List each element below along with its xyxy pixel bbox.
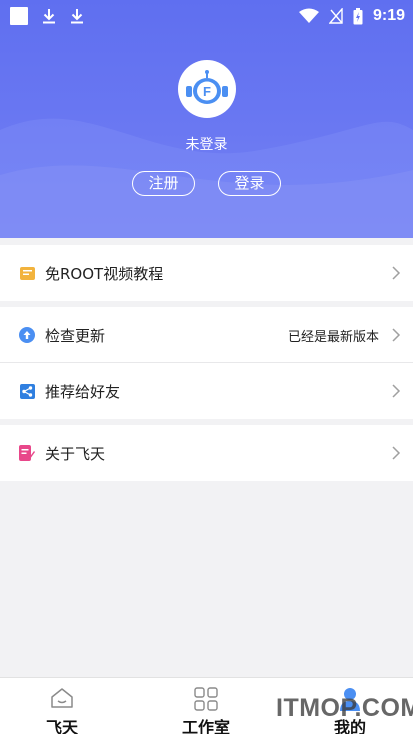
home-icon [51,688,73,708]
menu-item-label: 推荐给好友 [45,382,121,401]
update-status-text: 已经是最新版本 [287,329,379,345]
app-logo-avatar[interactable]: F [178,60,236,118]
header-wave-decoration [0,118,413,238]
chevron-right-icon [392,384,401,398]
menu-item-label: 免ROOT视频教程 [45,264,164,283]
menu-item-label: 关于飞天 [45,444,106,463]
menu-item-share[interactable]: 推荐给好友 [0,363,413,419]
notification-square-icon [10,7,28,25]
upload-icon [19,327,35,343]
status-time: 9:19 [372,7,405,24]
svg-text:F: F [203,84,211,99]
settings-card: 检查更新 已经是最新版本 推荐给好友 [0,307,413,419]
login-status-text: 未登录 [185,137,228,153]
status-bar: 9:19 [0,0,413,32]
book-icon [19,265,35,281]
menu-item-tutorial[interactable]: 免ROOT视频教程 [0,245,413,301]
menu-item-about[interactable]: 关于飞天 [0,425,413,481]
wifi-icon [298,8,319,23]
chevron-right-icon [392,266,401,280]
grid-icon [194,687,218,711]
menu-item-label: 检查更新 [45,326,106,345]
menu-item-check-update[interactable]: 检查更新 已经是最新版本 [0,307,413,363]
about-card: 关于飞天 [0,425,413,481]
tab-home[interactable]: 飞天 [0,678,131,734]
chevron-right-icon [392,446,401,460]
register-button[interactable]: 注册 [132,171,195,196]
login-button[interactable]: 登录 [218,171,281,196]
watermark-text: ITMOP.COM [276,694,413,722]
battery-charging-icon [353,7,363,24]
tutorial-card: 免ROOT视频教程 [0,245,413,301]
feitian-logo-icon: F [186,70,228,104]
note-icon [19,445,35,461]
download-icon [71,9,83,24]
tab-label: 飞天 [45,718,78,734]
chevron-right-icon [392,328,401,342]
tab-label: 工作室 [181,718,230,734]
download-icon [43,9,55,24]
profile-header: 9:19 F 未登录 注册 登录 [0,0,413,238]
share-icon [19,383,35,399]
tab-studio[interactable]: 工作室 [137,678,275,734]
no-signal-icon [328,8,343,24]
